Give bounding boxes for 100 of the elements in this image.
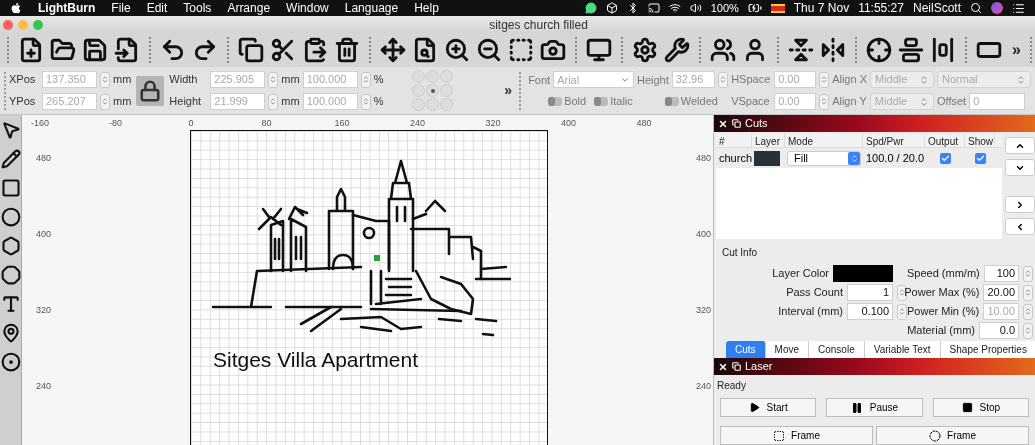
canvas-text[interactable]: Sitges Villa Apartment xyxy=(213,349,547,370)
move-layer-button[interactable] xyxy=(1004,196,1035,213)
frame-button[interactable]: Frame xyxy=(720,426,873,445)
field-label: % xyxy=(373,94,384,110)
cut-icon[interactable] xyxy=(270,37,296,63)
pointer-icon[interactable] xyxy=(0,120,21,140)
flip-horizontal-icon[interactable] xyxy=(820,37,846,63)
list-icon[interactable] xyxy=(1012,1,1025,15)
delete-icon[interactable] xyxy=(334,37,360,63)
chat-icon[interactable] xyxy=(584,2,597,14)
circle-icon[interactable] xyxy=(0,207,21,227)
app-menu[interactable]: LightBurn xyxy=(38,0,96,17)
menu-item[interactable]: Window xyxy=(286,0,329,17)
cast-icon[interactable] xyxy=(647,2,660,14)
dashed-square-icon[interactable] xyxy=(508,37,534,63)
float-icon[interactable] xyxy=(732,362,741,371)
search-icon[interactable] xyxy=(970,2,982,14)
polygon-icon[interactable] xyxy=(0,265,21,285)
cube-icon[interactable] xyxy=(605,2,618,14)
panel-tab[interactable]: Console xyxy=(809,341,865,358)
menu-item[interactable]: Arrange xyxy=(227,0,271,17)
panel-tab[interactable]: Move xyxy=(765,341,809,358)
menu-item[interactable]: Language xyxy=(344,0,399,17)
column-header[interactable]: Output xyxy=(925,134,965,147)
float-icon[interactable] xyxy=(732,119,741,128)
menu-item[interactable]: Tools xyxy=(183,0,212,17)
field-label: YPos xyxy=(9,94,37,110)
battery-icon[interactable] xyxy=(747,1,762,15)
crosshair-icon[interactable] xyxy=(866,37,892,63)
stepper-button[interactable] xyxy=(897,284,907,301)
new-file-icon[interactable] xyxy=(18,37,44,63)
distribute-icon[interactable] xyxy=(930,37,956,63)
number-field[interactable]: 100 xyxy=(983,265,1019,282)
column-header[interactable]: Layer xyxy=(752,134,785,147)
pencil-icon[interactable] xyxy=(0,149,21,169)
ring-icon[interactable] xyxy=(0,352,21,372)
settings-icon[interactable] xyxy=(632,37,658,63)
folder-icon[interactable] xyxy=(50,37,76,63)
column-header[interactable]: # xyxy=(716,134,752,147)
number-field[interactable]: 0.100 xyxy=(847,303,893,320)
apple-icon[interactable] xyxy=(10,2,22,14)
section-title: Cut Info xyxy=(721,246,759,260)
undo-icon[interactable] xyxy=(160,37,186,63)
overflow-chevrons[interactable]: » xyxy=(1012,38,1021,62)
laser-button[interactable]: Start xyxy=(720,398,817,417)
siri-icon[interactable] xyxy=(991,2,1003,14)
user-name[interactable]: NeilScott xyxy=(912,0,961,17)
menu-item[interactable]: Edit xyxy=(146,0,168,17)
wrench-icon[interactable] xyxy=(664,37,690,63)
number-field[interactable]: 20.00 xyxy=(983,284,1019,301)
panel-tab[interactable]: Shape Properties xyxy=(940,341,1035,358)
field-label: Speed (mm/m) xyxy=(907,266,980,282)
frame-button[interactable]: Frame xyxy=(876,426,1029,445)
number-field[interactable]: 1 xyxy=(847,284,893,301)
mode-dropdown[interactable]: Fill xyxy=(787,150,861,166)
import-icon[interactable] xyxy=(114,37,140,63)
up-down-icon xyxy=(820,97,829,106)
number-field[interactable]: 0.0 xyxy=(979,322,1019,339)
map-pin-icon[interactable] xyxy=(0,323,21,343)
zoom-in-icon[interactable] xyxy=(444,37,470,63)
work-area[interactable]: Sitges Villa Apartment xyxy=(190,130,548,445)
text-tool-icon[interactable] xyxy=(0,294,21,314)
hexagon-icon[interactable] xyxy=(0,236,21,256)
paste-icon[interactable] xyxy=(302,37,328,63)
copy-icon[interactable] xyxy=(238,37,264,63)
move-layer-button[interactable] xyxy=(1004,137,1035,154)
flag-icon[interactable] xyxy=(770,3,785,13)
move-layer-button[interactable] xyxy=(1004,218,1035,235)
column-header[interactable]: Mode xyxy=(785,134,863,147)
close-icon[interactable] xyxy=(718,361,728,372)
group-icon[interactable] xyxy=(710,37,736,63)
move-icon[interactable] xyxy=(380,37,406,63)
laser-button[interactable]: Pause xyxy=(826,398,923,417)
rectangle-icon[interactable] xyxy=(0,178,21,198)
camera-icon[interactable] xyxy=(540,37,566,63)
color-swatch[interactable] xyxy=(833,265,893,282)
menu-item[interactable]: Help xyxy=(414,0,439,17)
flip-vertical-icon[interactable] xyxy=(788,37,814,63)
zoom-out-icon[interactable] xyxy=(476,37,502,63)
save-icon[interactable] xyxy=(82,37,108,63)
monitor-icon[interactable] xyxy=(586,37,612,63)
close-icon[interactable] xyxy=(718,118,728,129)
laser-button[interactable]: Stop xyxy=(932,398,1029,417)
column-header[interactable]: Spd/Pwr xyxy=(863,134,925,147)
lock-button[interactable] xyxy=(136,75,165,106)
up-down-icon xyxy=(1024,326,1032,335)
panel-tab[interactable]: Variable Text xyxy=(864,341,941,358)
checkbox[interactable] xyxy=(939,152,951,164)
align-center-icon[interactable] xyxy=(898,37,924,63)
move-layer-button[interactable] xyxy=(1004,159,1035,176)
menu-item[interactable]: File xyxy=(111,0,131,17)
volume-icon[interactable] xyxy=(689,2,702,14)
zoom-page-icon[interactable] xyxy=(412,37,438,63)
panel-tab[interactable]: Cuts xyxy=(726,341,766,358)
wifi-icon[interactable] xyxy=(668,2,681,14)
column-header[interactable]: Show xyxy=(965,134,995,147)
redo-icon[interactable] xyxy=(192,37,218,63)
layer-row[interactable]: church Fill 100.0 / 20.0 xyxy=(716,148,1002,168)
field-label: Italic xyxy=(610,94,633,110)
checkbox[interactable] xyxy=(974,152,986,164)
